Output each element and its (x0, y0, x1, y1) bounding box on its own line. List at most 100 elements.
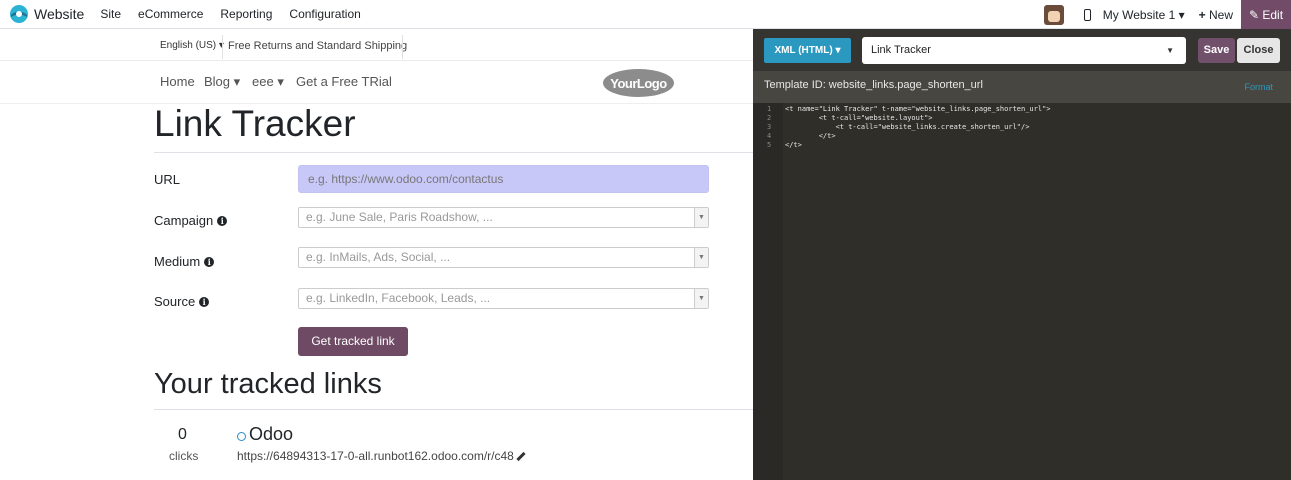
edit-button-label: Edit (1262, 7, 1284, 22)
caret-down-icon: ▾ (1178, 7, 1185, 22)
caret-down-icon: ▼ (694, 248, 708, 267)
app-brand[interactable]: Website (9, 4, 100, 24)
divider (154, 409, 753, 410)
campaign-select[interactable]: e.g. June Sale, Paris Roadshow, ... ▼ (298, 207, 709, 228)
menu-configuration[interactable]: Configuration (289, 7, 360, 21)
caret-down-icon: ▾ (233, 74, 241, 89)
caret-down-icon: ▼ (1166, 46, 1174, 55)
code-text: <t name="Link Tracker" t-name="website_l… (785, 105, 1051, 113)
save-button[interactable]: Save (1198, 38, 1235, 63)
caret-down-icon: ▼ (694, 208, 708, 227)
code-text: <t t-call="website.layout"> (785, 114, 933, 122)
mobile-preview-icon[interactable] (1083, 8, 1091, 21)
line-number: 5 (767, 141, 772, 149)
info-icon[interactable]: i (217, 215, 228, 226)
info-icon[interactable]: i (199, 296, 210, 307)
code-text: <t t-call="website_links.create_shorten_… (785, 123, 1030, 131)
code-language-label: XML (HTML) (774, 45, 833, 56)
plus-icon: + (1198, 7, 1206, 22)
page-title: Link Tracker (154, 103, 356, 144)
code-gutter (753, 103, 783, 480)
template-bar: Template ID: website_links.page_shorten_… (753, 71, 1291, 103)
site-logo[interactable]: YourLogo (603, 69, 674, 97)
user-avatar[interactable] (1043, 4, 1064, 25)
tracked-link-name: Odoo (249, 424, 294, 444)
nav-eee[interactable]: eee ▾ (252, 74, 284, 90)
divider (402, 35, 403, 59)
nav-home[interactable]: Home (160, 74, 195, 89)
get-tracked-link-button[interactable]: Get tracked link (298, 327, 408, 356)
website-switcher[interactable]: My Website 1 ▾ (1103, 8, 1185, 22)
language-label: English (US) (160, 40, 217, 51)
html-editor-panel: XML (HTML) ▾ Link Tracker ▼ Save Close Te… (753, 29, 1291, 480)
menu-reporting[interactable]: Reporting (220, 7, 272, 21)
close-button[interactable]: Close (1237, 38, 1280, 63)
tracked-link-url-text: https://64894313-17-0-all.runbot162.odoo… (237, 449, 514, 463)
medium-select[interactable]: e.g. InMails, Ads, Social, ... ▼ (298, 247, 709, 268)
nav-blog[interactable]: Blog ▾ (204, 74, 240, 90)
top-menu: Site eCommerce Reporting Configuration (100, 7, 377, 21)
app-name: Website (34, 6, 85, 22)
code-line: 1 <t name="Link Tracker" t-name="website_… (753, 105, 1291, 114)
website-preview: English (US) ▾ Free Returns and Standard… (0, 29, 753, 480)
site-header-top: English (US) ▾ Free Returns and Standard… (0, 33, 753, 61)
menu-site[interactable]: Site (100, 7, 121, 21)
tracked-links-title: Your tracked links (154, 368, 382, 400)
clicks-count: 0 (178, 426, 187, 443)
code-editor[interactable]: 1 <t name="Link Tracker" t-name="website_… (753, 105, 1291, 150)
site-nav: Home Blog ▾ eee ▾ Get a Free TRial YourL… (0, 62, 753, 104)
caret-down-icon: ▾ (835, 45, 841, 56)
caret-down-icon: ▾ (277, 74, 284, 89)
language-selector[interactable]: English (US) ▾ (160, 40, 224, 51)
divider (222, 35, 223, 59)
line-number: 1 (767, 105, 772, 113)
medium-label: Medium i (154, 254, 215, 269)
source-placeholder: e.g. LinkedIn, Facebook, Leads, ... (306, 291, 491, 305)
source-label: Source i (154, 294, 210, 309)
code-text: </t> (785, 132, 836, 140)
menu-ecommerce[interactable]: eCommerce (138, 7, 203, 21)
format-button[interactable]: Format (1244, 82, 1273, 92)
campaign-label: Campaign i (154, 213, 228, 228)
campaign-label-text: Campaign (154, 213, 214, 228)
tracked-link-title[interactable]: Odoo (237, 424, 293, 445)
nav-eee-label: eee (252, 74, 274, 89)
line-number: 2 (767, 114, 772, 122)
template-select-label: Link Tracker (871, 44, 931, 56)
code-line: 5 </t> (753, 141, 1291, 150)
new-button[interactable]: + New (1199, 8, 1233, 22)
code-text: </t> (785, 141, 802, 149)
topbar-right: My Website 1 ▾ + New ✎ Edit (1043, 0, 1291, 29)
tracked-link-url[interactable]: https://64894313-17-0-all.runbot162.odoo… (237, 449, 526, 463)
info-icon[interactable]: i (204, 256, 215, 267)
code-language-select[interactable]: XML (HTML) ▾ (764, 38, 851, 63)
edit-button[interactable]: ✎ Edit (1241, 0, 1291, 29)
campaign-placeholder: e.g. June Sale, Paris Roadshow, ... (306, 210, 493, 224)
new-button-label: New (1208, 7, 1233, 22)
code-line: 2 <t t-call="website.layout"> (753, 114, 1291, 123)
top-navbar: Website Site eCommerce Reporting Configu… (0, 0, 1291, 29)
source-label-text: Source (154, 294, 196, 309)
code-line: 4 </t> (753, 132, 1291, 141)
odoo-logo-icon (10, 5, 28, 23)
code-line: 3 <t t-call="website_links.create_shorte… (753, 123, 1291, 132)
source-select[interactable]: e.g. LinkedIn, Facebook, Leads, ... ▼ (298, 288, 709, 309)
line-number: 3 (767, 123, 772, 131)
editor-toolbar: XML (HTML) ▾ Link Tracker ▼ Save Close (753, 29, 1291, 71)
medium-label-text: Medium (154, 254, 201, 269)
pencil-icon[interactable] (516, 451, 526, 461)
clicks-label: clicks (169, 449, 199, 463)
caret-down-icon: ▼ (694, 289, 708, 308)
medium-placeholder: e.g. InMails, Ads, Social, ... (306, 250, 451, 264)
shipping-note: Free Returns and Standard Shipping (228, 40, 408, 52)
template-select[interactable]: Link Tracker ▼ (862, 37, 1186, 64)
url-input[interactable]: e.g. https://www.odoo.com/contactus (298, 165, 709, 193)
nav-blog-label: Blog (204, 74, 231, 89)
divider (154, 152, 753, 153)
nav-free-trial[interactable]: Get a Free TRial (296, 74, 392, 89)
url-label: URL (154, 172, 181, 187)
globe-icon (237, 431, 246, 441)
template-id: Template ID: website_links.page_shorten_… (764, 79, 983, 91)
pencil-icon: ✎ (1248, 7, 1260, 22)
website-switcher-label: My Website 1 (1102, 7, 1176, 22)
